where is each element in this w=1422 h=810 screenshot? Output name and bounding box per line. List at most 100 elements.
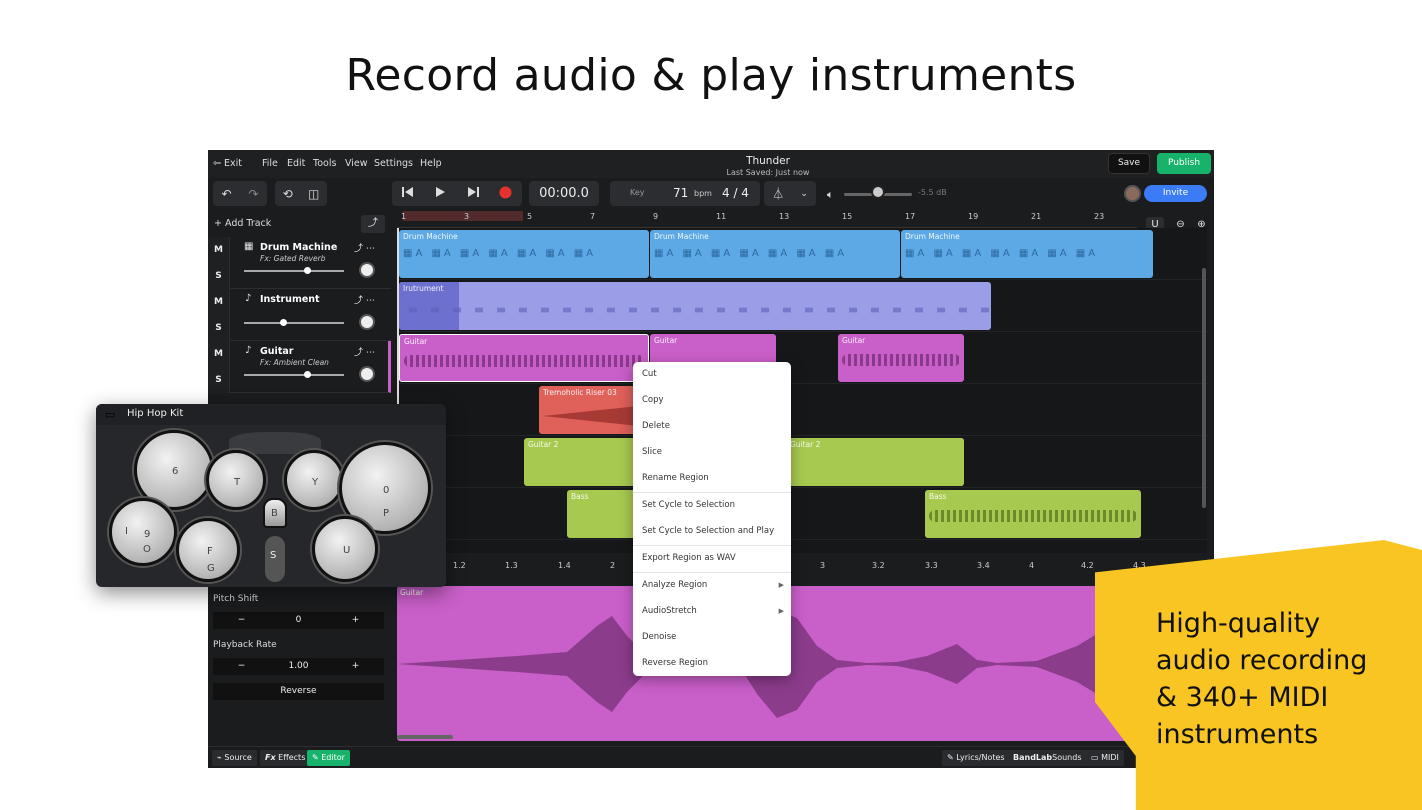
track-volume-slider[interactable]	[244, 371, 344, 378]
skip-back-icon[interactable]	[402, 186, 414, 201]
menu-item-set-cycle-play[interactable]: Set Cycle to Selection and Play	[642, 526, 774, 536]
reverse-button[interactable]: Reverse	[213, 683, 384, 700]
mute-button[interactable]: M	[208, 237, 230, 263]
region-drum-machine[interactable]: Drum Machine ▦A ▦A ▦A ▦A ▦A ▦A ▦A	[399, 230, 649, 278]
rate-value[interactable]: 1.00	[270, 658, 327, 675]
menu-item-rename-region[interactable]: Rename Region	[642, 473, 709, 483]
region-guitar[interactable]: Guitar	[399, 334, 649, 382]
pitch-minus-button[interactable]: −	[213, 612, 270, 629]
region-drum-machine[interactable]: Drum Machine ▦A ▦A ▦A ▦A ▦A ▦A ▦A	[650, 230, 900, 278]
drum-pad-floor-tom[interactable]: U	[312, 516, 378, 582]
tab-editor[interactable]: ✎ Editor	[307, 750, 350, 766]
menu-item-set-cycle[interactable]: Set Cycle to Selection	[642, 500, 735, 510]
drum-pad-tom-2[interactable]: Y	[284, 450, 344, 510]
skip-forward-icon[interactable]	[467, 186, 479, 201]
region-riser[interactable]: Tremoholic Riser 03	[539, 386, 639, 434]
solo-button[interactable]: S	[208, 263, 230, 289]
track-name[interactable]: Instrument	[260, 294, 320, 305]
track-volume-slider[interactable]	[244, 319, 344, 326]
drum-pad-kick[interactable]: B	[263, 498, 287, 528]
arrangement-area[interactable]: Drum Machine ▦A ▦A ▦A ▦A ▦A ▦A ▦A Drum Ma…	[397, 228, 1207, 553]
time-display: 00:00.0	[529, 181, 599, 206]
track-volume-slider[interactable]	[244, 267, 344, 274]
menu-item-delete[interactable]: Delete	[642, 421, 670, 431]
track-fx: Fx: Gated Reverb	[260, 254, 326, 263]
menu-item-export-wav[interactable]: Export Region as WAV	[642, 553, 736, 563]
editor-ruler-tick: 4.2	[1081, 561, 1094, 570]
region-guitar[interactable]: Guitar	[838, 334, 964, 382]
playback-rate-stepper: − 1.00 +	[213, 658, 384, 675]
split-icon[interactable]: ◫	[308, 187, 319, 201]
track-name[interactable]: Guitar	[260, 346, 293, 357]
automation-icon[interactable]: ⤴ ⋯	[354, 345, 375, 358]
mute-button[interactable]: M	[208, 289, 230, 315]
song-title[interactable]: Thunder	[208, 155, 1214, 167]
region-bass[interactable]: Bass	[567, 490, 639, 538]
menu-separator	[633, 492, 791, 493]
region-drum-machine[interactable]: Drum Machine ▦A ▦A ▦A ▦A ▦A ▦A ▦A	[901, 230, 1153, 278]
track-header-drum-machine[interactable]: M S ▦ Drum Machine Fx: Gated Reverb ⤴ ⋯	[208, 237, 391, 289]
track-fx: Fx: Ambient Clean	[260, 358, 329, 367]
mute-button[interactable]: M	[208, 341, 230, 367]
menu-item-copy[interactable]: Copy	[642, 395, 664, 405]
tab-bandlab-sounds[interactable]: BandLabSounds	[1008, 750, 1087, 766]
metronome-icon[interactable]: ⏃	[772, 185, 784, 202]
key-selector[interactable]: Key	[630, 188, 645, 197]
time-signature[interactable]: 4 / 4	[722, 186, 749, 200]
record-icon[interactable]	[499, 186, 512, 202]
horizontal-scrollbar[interactable]	[397, 735, 453, 739]
rate-minus-button[interactable]: −	[213, 658, 270, 675]
redo-icon[interactable]: ↷	[248, 187, 258, 201]
invite-button[interactable]: Invite	[1144, 185, 1207, 202]
automation-icon[interactable]: ⤴ ⋯	[354, 241, 375, 254]
cycle-icon[interactable]: ⟲	[283, 187, 293, 201]
drum-kit-panel: ▭ Hip Hop Kit 6 T Y 0P I9O FG B S U	[96, 404, 446, 587]
ruler-tick: 17	[905, 212, 916, 221]
solo-button[interactable]: S	[208, 315, 230, 341]
avatar[interactable]	[1124, 185, 1141, 202]
save-button[interactable]: Save	[1108, 153, 1150, 174]
rate-plus-button[interactable]: +	[327, 658, 384, 675]
drum-pad-hihat[interactable]: I9O	[109, 498, 177, 566]
pitch-plus-button[interactable]: +	[327, 612, 384, 629]
undo-icon[interactable]: ↶	[221, 187, 231, 201]
track-header-guitar[interactable]: M S ♪ Guitar Fx: Ambient Clean ⤴ ⋯	[208, 341, 391, 393]
automation-icon[interactable]: ⤴	[361, 215, 385, 233]
pan-knob[interactable]	[359, 262, 375, 278]
pan-knob[interactable]	[359, 314, 375, 330]
solo-button[interactable]: S	[208, 367, 230, 393]
menu-item-cut[interactable]: Cut	[642, 369, 657, 379]
pitch-value[interactable]: 0	[270, 612, 327, 629]
drum-pad-tom-1[interactable]: T	[206, 450, 266, 510]
menu-item-denoise[interactable]: Denoise	[642, 632, 676, 642]
publish-button[interactable]: Publish	[1157, 153, 1211, 174]
automation-icon[interactable]: ⤴ ⋯	[354, 293, 375, 306]
drum-pad-sidestick[interactable]: S	[265, 536, 285, 582]
editor-ruler-tick: 1.3	[505, 561, 518, 570]
menu-item-reverse-region[interactable]: Reverse Region	[642, 658, 708, 668]
menu-item-analyze-region[interactable]: Analyze Region	[642, 580, 707, 590]
editor-ruler-tick: 4	[1029, 561, 1035, 570]
bpm-value[interactable]: 71	[673, 186, 688, 200]
track-header-instrument[interactable]: M S ♪ Instrument ⤴ ⋯	[208, 289, 391, 341]
tab-lyrics-notes[interactable]: ✎ Lyrics/Notes	[942, 750, 1010, 766]
region-bass[interactable]: Bass	[925, 490, 1141, 538]
cycle-range[interactable]	[403, 211, 523, 221]
pan-knob[interactable]	[359, 366, 375, 382]
volume-slider-handle[interactable]	[871, 185, 885, 199]
play-icon[interactable]	[434, 186, 446, 201]
tab-source[interactable]: ⌁ Source	[212, 750, 257, 766]
chevron-down-icon[interactable]: ⌄	[800, 189, 808, 199]
add-track-button[interactable]: + Add Track	[214, 218, 271, 229]
menu-item-slice[interactable]: Slice	[642, 447, 662, 457]
tab-midi[interactable]: ▭ MIDI	[1086, 750, 1124, 766]
timeline-ruler[interactable]: 1 3 5 7 9 11 13 15 17 19 21 23	[397, 211, 1137, 228]
tab-effects[interactable]: Fx Effects	[260, 750, 311, 766]
region-guitar-2[interactable]: Guitar 2	[786, 438, 964, 486]
drum-pad-snare[interactable]: FG	[176, 518, 240, 582]
menu-item-audiostretch[interactable]: AudioStretch	[642, 606, 697, 616]
ruler-tick: 15	[842, 212, 853, 221]
track-name[interactable]: Drum Machine	[260, 242, 337, 253]
region-instrument[interactable]: Irutrument	[399, 282, 991, 330]
vertical-scrollbar[interactable]	[1202, 268, 1206, 508]
